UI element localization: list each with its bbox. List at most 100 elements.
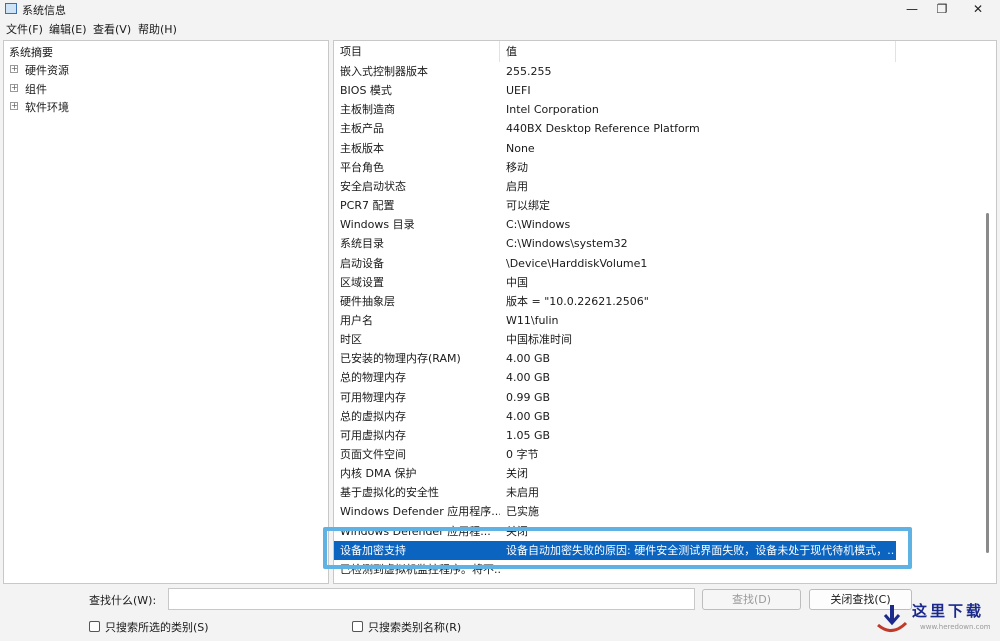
checkbox[interactable]: [352, 621, 363, 632]
tree-item-label: 软件环境: [25, 101, 69, 114]
table-row[interactable]: 时区 中国标准时间: [334, 330, 896, 349]
table-row[interactable]: 启动设备 \Device\HarddiskVolume1: [334, 254, 896, 273]
row-key: BIOS 模式: [340, 84, 392, 98]
row-key: 时区: [340, 333, 362, 347]
row-value: 版本 = "10.0.22621.2506": [506, 294, 649, 308]
row-key: 页面文件空间: [340, 448, 406, 461]
row-value: C:\Windows\system32: [506, 237, 628, 251]
watermark-logo-icon: [877, 605, 908, 632]
row-value: \Device\HarddiskVolume1: [506, 256, 648, 270]
row-key: 系统目录: [340, 237, 384, 251]
checkbox[interactable]: [89, 621, 100, 632]
category-tree[interactable]: 系统摘要 + 硬件资源 + 组件 + 软件环境: [3, 40, 329, 584]
row-key: 主板制造商: [340, 103, 395, 117]
row-value: UEFI: [506, 84, 531, 98]
table-row[interactable]: 可用虚拟内存 1.05 GB: [334, 426, 896, 445]
table-row[interactable]: 已安装的物理内存(RAM) 4.00 GB: [334, 349, 896, 368]
row-value: W11\fulin: [506, 313, 559, 327]
table-row[interactable]: PCR7 配置 可以绑定: [334, 196, 896, 215]
menu-help[interactable]: 帮助(H): [138, 21, 177, 37]
row-key: 嵌入式控制器版本: [340, 65, 428, 78]
watermark-text: 这里下载: [912, 602, 985, 620]
row-key: PCR7 配置: [340, 199, 395, 213]
menu-edit[interactable]: 编辑(E): [49, 21, 87, 37]
table-row[interactable]: Windows Defender 应用程序... 已实施: [334, 502, 896, 521]
expand-icon[interactable]: +: [10, 102, 18, 110]
checkbox-label: 只搜索类别名称(R): [368, 621, 462, 634]
scroll-thumb[interactable]: [986, 213, 989, 553]
menu-bar: 文件(F) 编辑(E) 查看(V) 帮助(H): [0, 19, 1000, 37]
row-key: 总的虚拟内存: [340, 409, 406, 423]
row-key: Windows Defender 应用程序...: [340, 505, 500, 519]
title-bar: 系统信息 — ❐ ✕: [0, 0, 1000, 18]
window-title: 系统信息: [22, 4, 66, 17]
row-value: 4.00 GB: [506, 409, 551, 423]
maximize-button[interactable]: ❐: [927, 0, 957, 18]
table-row[interactable]: 基于虚拟化的安全性 未启用: [334, 483, 896, 502]
watermark: 这里下载 www.heredown.com: [868, 596, 998, 640]
row-key: 已安装的物理内存(RAM): [340, 352, 461, 366]
table-row[interactable]: 主板制造商 Intel Corporation: [334, 100, 896, 119]
table-row[interactable]: BIOS 模式 UEFI: [334, 81, 896, 100]
system-info-icon: [5, 3, 17, 14]
row-value: 0.99 GB: [506, 390, 551, 404]
row-value: 4.00 GB: [506, 352, 551, 366]
row-value: 中国标准时间: [506, 333, 572, 347]
table-row[interactable]: 主板产品 440BX Desktop Reference Platform: [334, 119, 896, 138]
find-button[interactable]: 查找(D): [702, 589, 801, 610]
row-key: 可用虚拟内存: [340, 428, 406, 442]
row-key: 主板版本: [340, 141, 384, 155]
details-table[interactable]: 项目 值 嵌入式控制器版本 255.255 BIOS 模式 UEFI 主板制造商 Inte…: [333, 40, 997, 584]
row-value: 0 字节: [506, 448, 539, 461]
row-value: 移动: [506, 160, 528, 174]
tree-item-system-summary[interactable]: 系统摘要: [9, 44, 53, 60]
column-header-item[interactable]: 项目: [334, 41, 500, 62]
find-input[interactable]: [168, 588, 695, 610]
table-row[interactable]: 总的虚拟内存 4.00 GB: [334, 407, 896, 426]
menu-file[interactable]: 文件(F): [6, 21, 43, 37]
row-key: 内核 DMA 保护: [340, 467, 417, 481]
table-row[interactable]: 安全启动状态 启用: [334, 177, 896, 196]
table-row[interactable]: 可用物理内存 0.99 GB: [334, 388, 896, 407]
find-bar: 查找什么(W): 查找(D) 关闭查找(C) 只搜索所选的类别(S) 只搜索类别…: [0, 588, 1000, 641]
column-header-value[interactable]: 值: [500, 41, 896, 62]
row-key: 总的物理内存: [340, 371, 406, 385]
table-row[interactable]: 嵌入式控制器版本 255.255: [334, 62, 896, 81]
row-value: C:\Windows: [506, 218, 571, 232]
row-key: 安全启动状态: [340, 179, 406, 193]
table-row[interactable]: 页面文件空间 0 字节: [334, 445, 896, 464]
close-button[interactable]: ✕: [963, 0, 993, 18]
row-value: 255.255: [506, 65, 552, 78]
expand-icon[interactable]: +: [10, 65, 18, 73]
menu-view[interactable]: 查看(V): [93, 21, 131, 37]
table-row[interactable]: Windows 目录 C:\Windows: [334, 215, 896, 234]
tree-item-label: 组件: [25, 83, 47, 96]
row-key: 可用物理内存: [340, 390, 406, 404]
table-row[interactable]: 硬件抽象层 版本 = "10.0.22621.2506": [334, 292, 896, 311]
row-value: 关闭: [506, 467, 528, 481]
minimize-button[interactable]: —: [897, 0, 927, 18]
row-value: Intel Corporation: [506, 103, 599, 117]
row-key: 硬件抽象层: [340, 294, 395, 308]
vertical-scrollbar[interactable]: [981, 41, 995, 581]
table-row[interactable]: 内核 DMA 保护 关闭: [334, 464, 896, 483]
highlight-frame: [323, 527, 912, 569]
table-row[interactable]: 主板版本 None: [334, 139, 896, 158]
table-row[interactable]: 总的物理内存 4.00 GB: [334, 368, 896, 387]
row-key: 启动设备: [340, 256, 384, 270]
find-label: 查找什么(W):: [89, 594, 157, 607]
row-value: 440BX Desktop Reference Platform: [506, 122, 700, 136]
row-value: 未启用: [506, 486, 539, 500]
row-value: 已实施: [506, 505, 539, 519]
checkbox-label: 只搜索所选的类别(S): [105, 621, 209, 634]
table-row[interactable]: 平台角色 移动: [334, 158, 896, 177]
row-key: 基于虚拟化的安全性: [340, 486, 439, 500]
tree-item-label: 硬件资源: [25, 64, 69, 77]
row-key: 平台角色: [340, 160, 384, 174]
table-row[interactable]: 用户名 W11\fulin: [334, 311, 896, 330]
row-key: Windows 目录: [340, 218, 415, 232]
expand-icon[interactable]: +: [10, 84, 18, 92]
table-row[interactable]: 区域设置 中国: [334, 273, 896, 292]
row-key: 主板产品: [340, 122, 384, 136]
table-row[interactable]: 系统目录 C:\Windows\system32: [334, 234, 896, 253]
